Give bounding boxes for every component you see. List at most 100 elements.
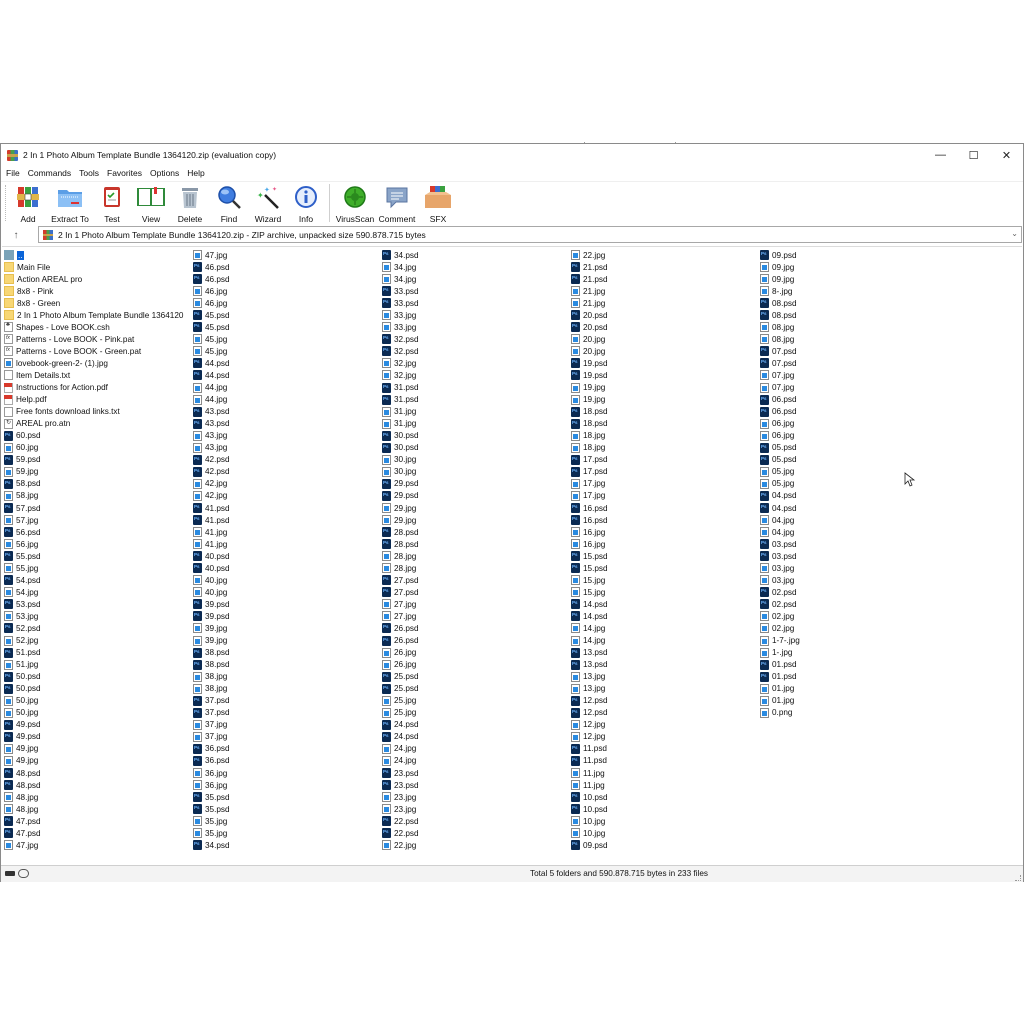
file-item[interactable]: 28.jpg xyxy=(382,562,570,574)
file-item[interactable]: 59.jpg xyxy=(4,466,192,478)
file-item[interactable]: 18.jpg xyxy=(571,430,759,442)
file-item[interactable]: 15.psd xyxy=(571,550,759,562)
file-item[interactable]: 13.jpg xyxy=(571,683,759,695)
file-item[interactable]: 11.psd xyxy=(571,743,759,755)
file-item[interactable]: 42.psd xyxy=(193,466,381,478)
file-item[interactable]: 14.psd xyxy=(571,610,759,622)
file-item[interactable]: 08.jpg xyxy=(760,333,948,345)
file-item[interactable]: Help.pdf xyxy=(4,394,192,406)
file-item[interactable]: 42.psd xyxy=(193,454,381,466)
file-item[interactable]: 10.psd xyxy=(571,791,759,803)
file-item[interactable]: 19.jpg xyxy=(571,394,759,406)
file-item[interactable]: 40.psd xyxy=(193,562,381,574)
file-item[interactable]: 17.jpg xyxy=(571,490,759,502)
virusscan-button[interactable]: VirusScan xyxy=(334,182,376,224)
file-item[interactable]: 37.psd xyxy=(193,707,381,719)
file-item[interactable]: 36.psd xyxy=(193,755,381,767)
file-item[interactable]: 35.jpg xyxy=(193,815,381,827)
file-item[interactable]: 10.jpg xyxy=(571,815,759,827)
file-item[interactable]: 34.psd xyxy=(193,839,381,851)
file-item[interactable]: Shapes - Love BOOK.csh xyxy=(4,321,192,333)
file-item[interactable]: 04.jpg xyxy=(760,526,948,538)
file-item[interactable]: 30.jpg xyxy=(382,466,570,478)
file-item[interactable]: Patterns - Love BOOK - Green.pat xyxy=(4,345,192,357)
menu-commands[interactable]: Commands xyxy=(28,168,71,178)
file-item[interactable]: 54.jpg xyxy=(4,586,192,598)
file-item[interactable]: 02.psd xyxy=(760,586,948,598)
file-item[interactable]: 47.jpg xyxy=(193,249,381,261)
file-item[interactable]: 23.jpg xyxy=(382,791,570,803)
file-item[interactable]: 46.psd xyxy=(193,273,381,285)
up-one-level-button[interactable]: ↑ xyxy=(1,226,31,244)
file-item[interactable]: 21.jpg xyxy=(571,297,759,309)
file-item[interactable]: 06.psd xyxy=(760,406,948,418)
file-item[interactable]: 53.jpg xyxy=(4,610,192,622)
file-item[interactable]: 01.psd xyxy=(760,659,948,671)
file-item[interactable]: 36.jpg xyxy=(193,767,381,779)
file-item[interactable]: 50.jpg xyxy=(4,707,192,719)
file-item[interactable]: 37.jpg xyxy=(193,731,381,743)
menu-tools[interactable]: Tools xyxy=(79,168,99,178)
file-list[interactable]: .. Main File Action AREAL pro 8x8 - Pink 8x8… xyxy=(2,246,1022,864)
file-item[interactable]: 16.jpg xyxy=(571,526,759,538)
file-item[interactable]: 42.jpg xyxy=(193,478,381,490)
file-item[interactable]: 48.psd xyxy=(4,767,192,779)
file-item[interactable]: 38.jpg xyxy=(193,683,381,695)
file-item[interactable]: 27.psd xyxy=(382,574,570,586)
delete-button[interactable]: Delete xyxy=(171,182,209,224)
file-item[interactable]: 06.psd xyxy=(760,394,948,406)
file-item[interactable]: 13.psd xyxy=(571,659,759,671)
file-item[interactable]: 47.psd xyxy=(4,827,192,839)
file-item[interactable]: 49.psd xyxy=(4,719,192,731)
file-item[interactable]: 13.jpg xyxy=(571,671,759,683)
menu-help[interactable]: Help xyxy=(187,168,204,178)
file-item[interactable]: 29.psd xyxy=(382,478,570,490)
file-item[interactable]: 07.psd xyxy=(760,357,948,369)
file-item[interactable]: 24.jpg xyxy=(382,755,570,767)
file-item[interactable]: Item Details.txt xyxy=(4,369,192,381)
menu-options[interactable]: Options xyxy=(150,168,179,178)
file-item[interactable]: 12.psd xyxy=(571,695,759,707)
file-item[interactable]: 44.jpg xyxy=(193,382,381,394)
menu-favorites[interactable]: Favorites xyxy=(107,168,142,178)
file-item[interactable]: 24.psd xyxy=(382,731,570,743)
folder-item[interactable]: 2 In 1 Photo Album Template Bundle 13641… xyxy=(4,309,192,321)
key-icon[interactable] xyxy=(18,869,29,878)
sfx-button[interactable]: SFX xyxy=(418,182,458,224)
folder-item[interactable]: 8x8 - Pink xyxy=(4,285,192,297)
file-item[interactable]: 01.jpg xyxy=(760,695,948,707)
file-item[interactable]: 12.jpg xyxy=(571,731,759,743)
file-item[interactable]: 18.psd xyxy=(571,406,759,418)
file-item[interactable]: 10.psd xyxy=(571,803,759,815)
file-item[interactable]: AREAL pro.atn xyxy=(4,418,192,430)
file-item[interactable]: 27.psd xyxy=(382,586,570,598)
file-item[interactable]: 55.psd xyxy=(4,550,192,562)
file-item[interactable]: 05.psd xyxy=(760,442,948,454)
file-item[interactable]: 20.jpg xyxy=(571,345,759,357)
file-item[interactable]: 55.jpg xyxy=(4,562,192,574)
file-item[interactable]: 1-.jpg xyxy=(760,647,948,659)
file-item[interactable]: 03.psd xyxy=(760,538,948,550)
file-item[interactable]: 31.jpg xyxy=(382,406,570,418)
file-item[interactable]: 51.psd xyxy=(4,647,192,659)
file-item[interactable]: 01.jpg xyxy=(760,683,948,695)
minimize-button[interactable]: — xyxy=(924,144,957,166)
file-item[interactable]: 24.jpg xyxy=(382,743,570,755)
file-item[interactable]: 40.psd xyxy=(193,550,381,562)
file-item[interactable]: 1-7-.jpg xyxy=(760,635,948,647)
file-item[interactable]: 58.psd xyxy=(4,478,192,490)
toolbar-grip[interactable] xyxy=(5,185,6,221)
file-item[interactable]: 48.jpg xyxy=(4,791,192,803)
file-item[interactable]: 35.jpg xyxy=(193,827,381,839)
file-item[interactable]: 49.jpg xyxy=(4,743,192,755)
file-item[interactable]: 45.psd xyxy=(193,321,381,333)
file-item[interactable]: 49.psd xyxy=(4,731,192,743)
file-item[interactable]: 31.jpg xyxy=(382,418,570,430)
file-item[interactable]: 25.jpg xyxy=(382,707,570,719)
file-item[interactable]: 23.psd xyxy=(382,779,570,791)
file-item[interactable]: 47.psd xyxy=(4,815,192,827)
file-item[interactable]: 15.psd xyxy=(571,562,759,574)
file-item[interactable]: 32.psd xyxy=(382,333,570,345)
file-item[interactable]: Free fonts download links.txt xyxy=(4,406,192,418)
file-item[interactable]: 35.psd xyxy=(193,791,381,803)
